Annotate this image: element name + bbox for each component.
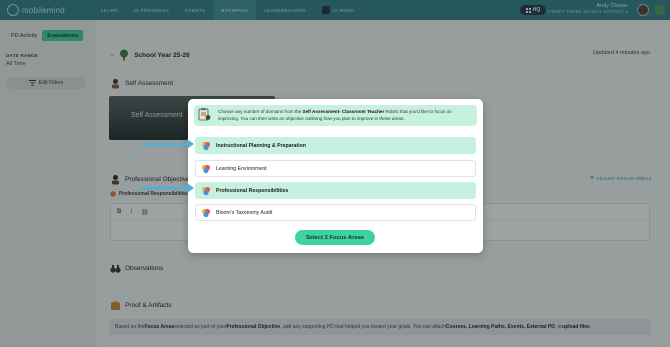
domain-icon	[201, 208, 211, 217]
intro-pre: Choose any number of domains from the	[218, 109, 303, 114]
modal-intro-text: Choose any number of domains from the Se…	[218, 109, 474, 122]
option-instructional-planning[interactable]: Instructional Planning & Preparation	[195, 137, 476, 154]
option-professional-responsibilities[interactable]: Professional Responsibilities	[195, 182, 476, 199]
option-blooms-taxonomy[interactable]: Bloom's Taxonomy Audit	[195, 204, 476, 221]
arrow-annotation	[141, 139, 194, 149]
focus-areas-modal: Choose any number of domains from the Se…	[188, 99, 483, 253]
option-label: Professional Responsibilities	[216, 187, 289, 194]
intro-rubric: Self Assessment- Classroom Teacher	[302, 109, 385, 114]
domain-icon	[201, 141, 211, 150]
domain-icon	[201, 164, 211, 173]
modal-intro: Choose any number of domains from the Se…	[194, 105, 477, 126]
option-label: Bloom's Taxonomy Audit	[216, 209, 273, 216]
option-label: Learning Environment	[216, 165, 267, 172]
arrow-annotation	[141, 183, 194, 193]
option-learning-environment[interactable]: Learning Environment	[195, 160, 476, 177]
select-focus-areas-button[interactable]: Select 2 Focus Areas	[295, 230, 375, 245]
clipboard-icon	[198, 108, 211, 121]
domain-icon	[201, 186, 211, 195]
option-label: Instructional Planning & Preparation	[216, 142, 306, 149]
